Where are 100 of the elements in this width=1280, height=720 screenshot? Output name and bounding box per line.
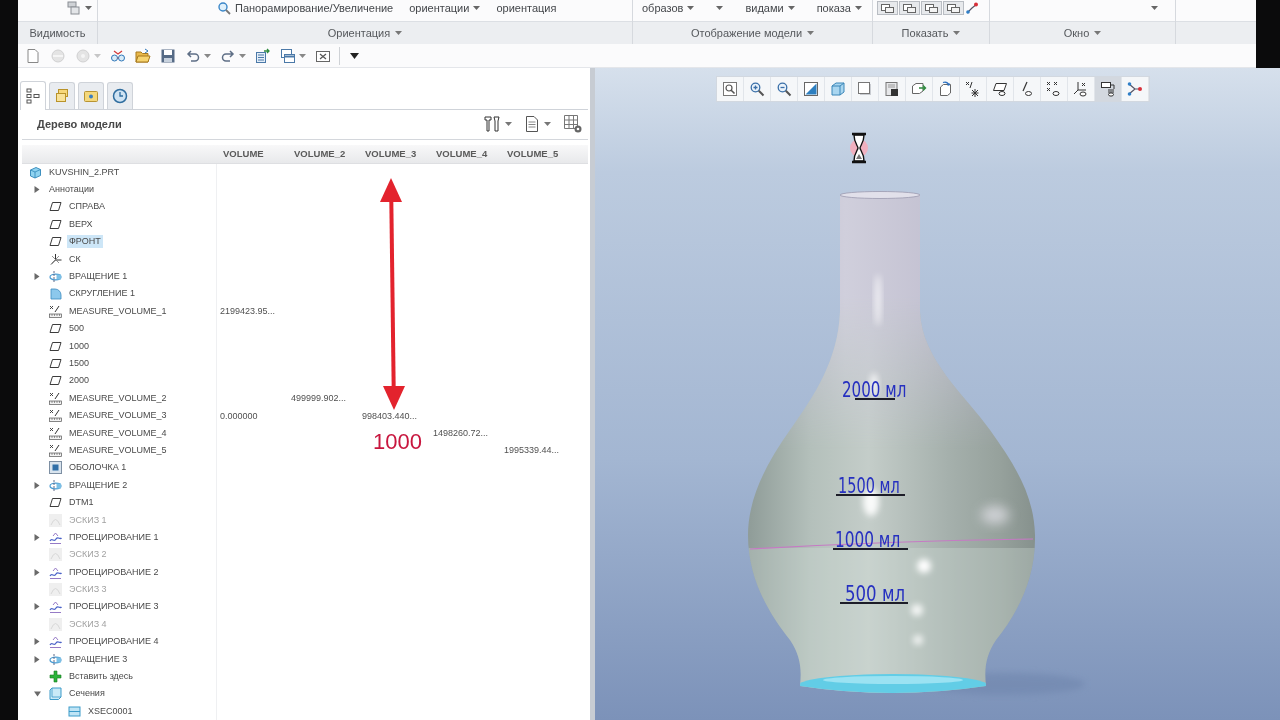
window-tile-icon	[925, 3, 938, 13]
caret-icon	[239, 53, 246, 58]
volume-mark: 500 мл	[839, 581, 909, 606]
tree-item[interactable]: СК	[67, 252, 83, 266]
blank-page-icon	[25, 47, 41, 64]
caret-icon	[787, 6, 795, 10]
tree-item[interactable]: СКРУГЛЕНИЕ 1	[67, 287, 138, 301]
tree-item[interactable]: ВРАЩЕНИЕ 2	[67, 478, 130, 492]
folder-icon	[135, 47, 151, 64]
tree-item[interactable]: XSEC0001	[86, 704, 135, 718]
window-tile-icon	[947, 3, 960, 13]
measure-icon	[49, 304, 62, 318]
grid-gear-icon	[563, 114, 583, 135]
datum-plane-icon	[49, 217, 62, 231]
tree-item[interactable]: ВРАЩЕНИЕ 3	[67, 652, 130, 666]
tree-item[interactable]: Аннотации	[47, 183, 96, 197]
window-tile-icon	[881, 3, 894, 13]
view-tile-button[interactable]	[877, 1, 898, 15]
tree-item[interactable]: ВРАЩЕНИЕ 1	[67, 270, 130, 284]
tree-item[interactable]: 2000	[67, 374, 92, 388]
sheet-icon	[884, 81, 900, 97]
tree-item[interactable]: MEASURE_VOLUME_4	[67, 426, 169, 440]
annotation-icon	[1100, 81, 1116, 97]
column-header[interactable]: VOLUME_3	[359, 148, 417, 159]
group-menu-button[interactable]: Отображение модели	[688, 25, 817, 41]
round-icon	[49, 287, 62, 301]
datum-plane-icon	[49, 357, 62, 370]
tree-item[interactable]: Сечения	[67, 687, 107, 701]
tree-item[interactable]: MEASURE_VOLUME_5	[67, 443, 169, 457]
group-menu-button[interactable]: Окно	[1061, 25, 1104, 41]
group-menu-button[interactable]: Ориентация	[325, 25, 405, 41]
tree-item[interactable]: 500	[67, 322, 87, 336]
column-header[interactable]: VOLUME	[217, 148, 264, 159]
view-tile-button[interactable]	[943, 1, 964, 15]
tree-item[interactable]: 1500	[67, 357, 92, 370]
view-tile-button[interactable]	[899, 1, 920, 15]
measure-icon	[49, 409, 62, 423]
tree-item[interactable]: ВЕРХ	[67, 217, 95, 231]
window-tile-icon	[903, 3, 916, 13]
column-header[interactable]: VOLUME_4	[430, 148, 488, 159]
ribbon-button[interactable]: видами	[744, 1, 796, 15]
tree-item[interactable]: СПРАВА	[67, 200, 108, 214]
column-header[interactable]: VOLUME_5	[501, 148, 559, 159]
caret-icon	[505, 122, 512, 127]
annotation-display-button[interactable]	[1095, 77, 1122, 101]
ribbon-button[interactable]	[965, 1, 979, 15]
panel-tab[interactable]	[20, 80, 46, 110]
column-header[interactable]: VOLUME_2	[288, 148, 346, 159]
tree-item[interactable]: ПРОЕЦИРОВАНИЕ 2	[67, 565, 161, 579]
tree-item[interactable]: ОБОЛОЧКА 1	[67, 461, 129, 475]
disc-icon	[50, 47, 66, 64]
axis-icon	[1019, 81, 1035, 97]
view-tile-button[interactable]	[921, 1, 942, 15]
panel-tab[interactable]	[107, 81, 133, 109]
revolve-icon	[49, 478, 62, 492]
zoom-out-icon	[776, 81, 792, 97]
branch-icon	[966, 2, 978, 14]
tree-item[interactable]: ПРОЕЦИРОВАНИЕ 1	[67, 530, 161, 544]
ribbon-button[interactable]: ориентации	[408, 1, 482, 15]
branch-icon	[1127, 81, 1143, 97]
tree-item[interactable]: ПРОЕЦИРОВАНИЕ 4	[67, 635, 161, 649]
ribbon-button[interactable]: образов	[641, 1, 696, 15]
point-marks-icon	[1046, 81, 1062, 97]
group-label: Видимость	[28, 25, 87, 41]
tree-item[interactable]: 1000	[67, 339, 92, 353]
tree-item[interactable]: DTM1	[67, 496, 96, 510]
disc-icon	[75, 47, 91, 64]
section-icon	[49, 687, 62, 701]
caret-icon	[1151, 6, 1158, 10]
ribbon-button[interactable]: ориентация	[495, 1, 558, 15]
tree-item[interactable]: MEASURE_VOLUME_2	[67, 391, 169, 405]
volume-mark: 1500 мл	[835, 473, 906, 498]
projection-curve-icon	[49, 600, 62, 614]
volume-value: 499999.902...	[291, 393, 347, 404]
tree-item[interactable]: MEASURE_VOLUME_3	[67, 409, 169, 423]
ribbon-button[interactable]: Панорамирование/Увеличение	[216, 1, 395, 15]
measure-icon	[49, 426, 62, 440]
caret-icon	[204, 53, 211, 58]
sketch-icon	[49, 583, 62, 597]
projection-curve-icon	[49, 565, 62, 579]
datum-plane-icon	[49, 235, 62, 249]
visibility-button[interactable]	[66, 1, 93, 15]
volume-value: 1995339.44...	[504, 445, 560, 456]
frame-border	[1256, 0, 1280, 68]
tree-item[interactable]: ФРОНТ	[67, 235, 103, 249]
tree-item[interactable]: MEASURE_VOLUME_1	[67, 304, 169, 318]
layers-icon	[54, 87, 70, 104]
caret-icon	[85, 6, 92, 10]
panel-title: Дерево модели	[37, 118, 122, 131]
tree-item[interactable]: KUVSHIN_2.PRT	[47, 165, 122, 179]
group-menu-button[interactable]: Показать	[899, 25, 963, 41]
plane-icon	[992, 81, 1008, 97]
tree-item[interactable]: ПРОЕЦИРОВАНИЕ 3	[67, 600, 161, 614]
caret-icon	[807, 31, 815, 35]
document-icon	[524, 115, 540, 134]
caret-icon	[299, 53, 306, 58]
tree-item[interactable]: Вставить здесь	[67, 670, 136, 683]
measure-icon	[49, 391, 62, 405]
ribbon-button[interactable]: показа	[815, 1, 863, 15]
projection-curve-icon	[49, 635, 62, 649]
